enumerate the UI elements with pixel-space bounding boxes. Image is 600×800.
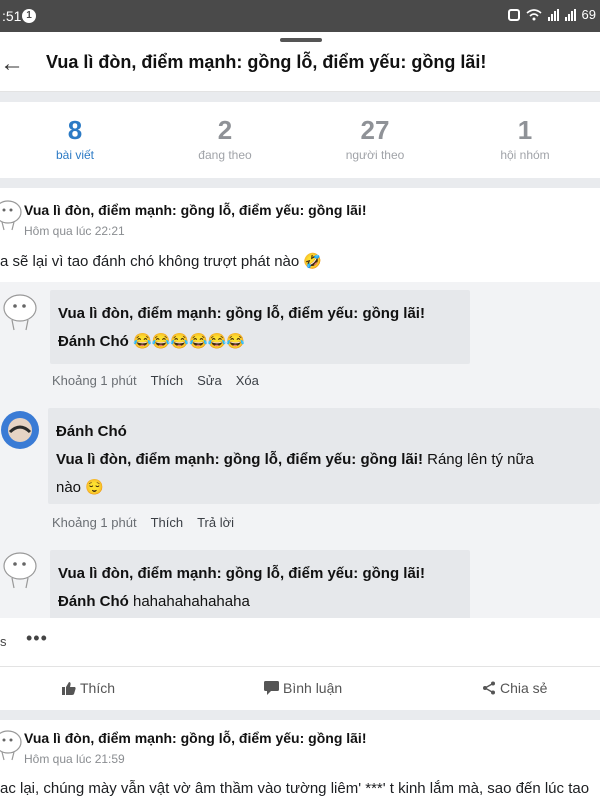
comment-bubble: Đánh Chó Vua lì đòn, điểm mạnh: gồng lỗ,… xyxy=(48,408,600,504)
comment-content: Đánh Chó hahahahahahaha xyxy=(58,588,470,616)
section-divider xyxy=(0,92,600,102)
stat-number: 2 xyxy=(217,115,233,145)
stat-posts[interactable]: 8 bài viết xyxy=(0,104,150,176)
reply-link[interactable]: Trả lời xyxy=(197,515,234,530)
avatar[interactable] xyxy=(0,550,40,590)
comment-author[interactable]: Vua lì đòn, điểm mạnh: gồng lỗ, điểm yếu… xyxy=(58,560,470,588)
avatar[interactable] xyxy=(0,292,40,332)
status-bar: :51 1 69 xyxy=(0,0,600,32)
stat-number: 8 xyxy=(67,115,83,145)
stat-label: đang theo xyxy=(198,148,252,162)
edit-link[interactable]: Sửa xyxy=(197,373,222,388)
alarm-icon xyxy=(507,8,520,21)
post-header: Vua lì đòn, điểm mạnh: gồng lỗ, điểm yếu… xyxy=(0,192,600,244)
stat-followers[interactable]: 27 người theo xyxy=(300,104,450,176)
drag-handle[interactable] xyxy=(280,38,322,42)
stat-groups[interactable]: 1 hội nhóm xyxy=(450,104,600,176)
comment-text: 😂😂😂😂😂😂 xyxy=(133,333,246,350)
stat-number: 27 xyxy=(360,115,390,145)
stat-label: hội nhóm xyxy=(500,148,550,162)
section-divider xyxy=(0,178,600,188)
stat-following[interactable]: 2 đang theo xyxy=(150,104,300,176)
comment-mention[interactable]: Đánh Chó xyxy=(58,333,129,350)
stat-label: người theo xyxy=(345,148,405,162)
comment-content: Đánh Chó 😂😂😂😂😂😂 xyxy=(58,328,470,356)
status-icons: 69 xyxy=(507,7,596,22)
comments-section: Vua lì đòn, điểm mạnh: gồng lỗ, điểm yếu… xyxy=(0,282,600,618)
page-title: Vua lì đòn, điểm mạnh: gồng lỗ, điểm yếu… xyxy=(46,52,487,72)
comment-actions: Khoảng 1 phút Thích Trả lời xyxy=(52,515,234,530)
avatar[interactable] xyxy=(0,410,40,450)
comment-actions: Khoảng 1 phút Thích Sửa Xóa xyxy=(52,373,259,388)
post-author[interactable]: Vua lì đòn, điểm mạnh: gồng lỗ, điểm yếu… xyxy=(24,202,367,218)
stat-number: 1 xyxy=(517,115,533,145)
section-divider xyxy=(0,710,600,720)
post-timestamp: Hôm qua lúc 21:59 xyxy=(24,752,125,766)
post-action-bar: Thích Bình luận Chia sẻ xyxy=(0,666,600,710)
comment-content: Vua lì đòn, điểm mạnh: gồng lỗ, điểm yếu… xyxy=(56,446,600,474)
notification-count-badge: 1 xyxy=(22,9,36,23)
clock: :51 xyxy=(2,8,22,24)
post-header: Vua lì đòn, điểm mạnh: gồng lỗ, điểm yếu… xyxy=(0,722,600,774)
avatar[interactable] xyxy=(0,728,24,762)
share-label: Chia sẻ xyxy=(500,680,548,696)
comment-bubble: Vua lì đòn, điểm mạnh: gồng lỗ, điểm yếu… xyxy=(50,290,470,364)
like-link[interactable]: Thích xyxy=(151,515,184,530)
signal-icon-2 xyxy=(564,8,576,21)
post-body: ac lại, chúng mày vẫn vật vờ âm thầm vào… xyxy=(0,780,590,797)
like-button[interactable]: Thích xyxy=(62,680,115,696)
post-body: a sẽ lại vì tao đánh chó không trượt phá… xyxy=(0,253,323,270)
comment-author[interactable]: Đánh Chó xyxy=(56,418,600,446)
signal-icon xyxy=(547,8,559,21)
post-timestamp: Hôm qua lúc 22:21 xyxy=(24,224,125,238)
wifi-icon xyxy=(526,8,542,20)
more-comments-row: s ••• xyxy=(0,624,600,658)
comment-button[interactable]: Bình luận xyxy=(264,680,342,696)
comment-mention[interactable]: Vua lì đòn, điểm mạnh: gồng lỗ, điểm yếu… xyxy=(56,451,423,468)
delete-link[interactable]: Xóa xyxy=(236,373,259,388)
comment-time: Khoảng 1 phút xyxy=(52,373,137,388)
comment-label: Bình luận xyxy=(283,680,343,696)
back-arrow-icon[interactable]: ← xyxy=(0,50,24,78)
share-icon xyxy=(483,681,495,695)
share-button[interactable]: Chia sẻ xyxy=(482,680,547,696)
stat-label: bài viết xyxy=(55,148,95,162)
comment-text-continued: nào 😌 xyxy=(56,479,104,496)
comment-mention[interactable]: Đánh Chó xyxy=(58,593,129,610)
thumbs-up-icon xyxy=(62,682,76,695)
post-author[interactable]: Vua lì đòn, điểm mạnh: gồng lỗ, điểm yếu… xyxy=(24,730,367,746)
avatar[interactable] xyxy=(0,198,24,232)
comment-author[interactable]: Vua lì đòn, điểm mạnh: gồng lỗ, điểm yếu… xyxy=(58,300,470,328)
comment-bubble: Vua lì đòn, điểm mạnh: gồng lỗ, điểm yếu… xyxy=(50,550,470,618)
like-link[interactable]: Thích xyxy=(151,373,184,388)
like-label: Thích xyxy=(80,680,116,696)
battery-level: 69 xyxy=(581,7,596,22)
app-header: ← Vua lì đòn, điểm mạnh: gồng lỗ, điểm y… xyxy=(0,32,600,92)
comment-text: Ráng lên tý nữa xyxy=(427,451,534,468)
comment-time: Khoảng 1 phút xyxy=(52,515,137,530)
more-options-icon[interactable]: ••• xyxy=(26,628,48,649)
comment-icon xyxy=(264,681,279,695)
profile-stats: 8 bài viết 2 đang theo 27 người theo 1 h… xyxy=(0,104,600,176)
comment-text: hahahahahahaha xyxy=(133,593,250,610)
more-label: s xyxy=(0,634,7,649)
